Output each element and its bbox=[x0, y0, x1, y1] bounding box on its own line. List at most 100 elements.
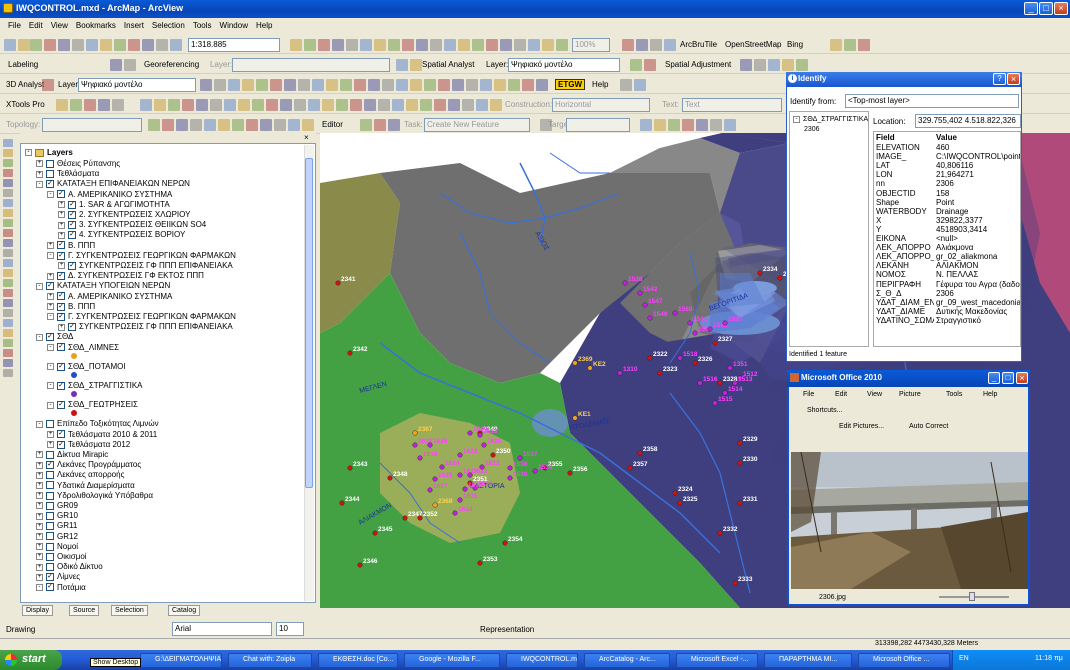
identify-help-button[interactable]: ? bbox=[993, 73, 1006, 85]
expand-toggle-icon[interactable]: + bbox=[36, 160, 43, 168]
identify-field-value[interactable]: 460 bbox=[936, 143, 1020, 152]
toolbar-tool-icon[interactable] bbox=[844, 39, 856, 51]
toolbar-tool-icon[interactable] bbox=[246, 119, 258, 131]
topology-select[interactable] bbox=[42, 118, 142, 132]
toolbar-tool-icon[interactable] bbox=[500, 39, 512, 51]
zoom-select[interactable]: 100% bbox=[572, 38, 610, 52]
toolbar-tool-icon[interactable] bbox=[444, 39, 456, 51]
toolbar-tool-icon[interactable] bbox=[406, 99, 418, 111]
toolbar-tool-icon[interactable] bbox=[124, 59, 136, 71]
expand-toggle-icon[interactable]: - bbox=[47, 313, 54, 321]
toolbar-tool-icon[interactable] bbox=[462, 99, 474, 111]
map-tool-icon[interactable] bbox=[3, 169, 13, 177]
bing-menu[interactable]: Bing bbox=[787, 40, 803, 49]
identify-field-value[interactable]: 4518903,3414 bbox=[936, 225, 1020, 234]
identify-field-value[interactable]: ΑΛΙΑΚΜΟΝ bbox=[936, 261, 1020, 270]
construction-select[interactable]: Horizontal bbox=[552, 98, 650, 112]
toolbar-tool-icon[interactable] bbox=[154, 99, 166, 111]
spatial-layer-select[interactable]: Ψηφιακό μοντέλο bbox=[508, 58, 620, 72]
identify-field-value[interactable]: gr_09_west_macedonia bbox=[936, 298, 1020, 307]
toolbar-tool-icon[interactable] bbox=[402, 39, 414, 51]
expand-toggle-icon[interactable]: + bbox=[36, 170, 43, 178]
zoom-slider-thumb[interactable] bbox=[969, 592, 975, 601]
toolbar-tool-icon[interactable] bbox=[360, 39, 372, 51]
map-tool-icon[interactable] bbox=[3, 159, 13, 167]
menu-view[interactable]: View bbox=[51, 21, 68, 30]
layer-visibility-checkbox[interactable]: ✓ bbox=[57, 381, 65, 390]
taskbar-button[interactable]: IWQCONTROL.m... bbox=[506, 653, 578, 668]
toc-close-icon[interactable]: × bbox=[304, 133, 309, 142]
toc-layer-row[interactable]: - ✓ Ποτάμια bbox=[36, 582, 86, 593]
menu-insert[interactable]: Insert bbox=[124, 21, 144, 30]
layer-visibility-checkbox[interactable]: ✓ bbox=[57, 430, 65, 439]
layer-visibility-checkbox[interactable] bbox=[46, 563, 54, 572]
toolbar-tool-icon[interactable] bbox=[536, 79, 548, 91]
identify-field-value[interactable]: gr_02_aliakmona bbox=[936, 252, 1020, 261]
toc-layer-row[interactable]: - ✓ ΣΘΔ_ΛΙΜΝΕΣ bbox=[47, 342, 119, 353]
layer-visibility-checkbox[interactable]: ✓ bbox=[46, 180, 54, 189]
toolbar-tool-icon[interactable] bbox=[622, 39, 634, 51]
toolbar-tool-icon[interactable] bbox=[636, 39, 648, 51]
toolbar-tool-icon[interactable] bbox=[458, 39, 470, 51]
toolbar-tool-icon[interactable] bbox=[396, 79, 408, 91]
expand-toggle-icon[interactable]: + bbox=[47, 303, 54, 311]
identify-field-value[interactable]: C:\IWQCONTROL\point_photo bbox=[936, 152, 1020, 161]
expand-toggle-icon[interactable]: - bbox=[36, 180, 43, 188]
minimize-button[interactable]: _ bbox=[1024, 2, 1038, 15]
layer-visibility-checkbox[interactable]: ✓ bbox=[57, 302, 65, 311]
layer-visibility-checkbox[interactable]: ✓ bbox=[57, 251, 65, 260]
identify-field-value[interactable]: Γέφυρα του Αγρα (δαδο)αναν bbox=[936, 280, 1020, 289]
layer-visibility-checkbox[interactable] bbox=[46, 170, 54, 179]
toolbar-tool-icon[interactable] bbox=[782, 59, 794, 71]
toc-layer-row[interactable]: - ✓ ΣΘΔ_ΠΟΤΑΜΟΙ bbox=[47, 361, 126, 372]
spatial-adjustment-menu[interactable]: Spatial Adjustment bbox=[665, 60, 731, 69]
layer-visibility-checkbox[interactable]: ✓ bbox=[46, 333, 54, 342]
toolbar-tool-icon[interactable] bbox=[830, 39, 842, 51]
toolbar-tool-icon[interactable] bbox=[280, 99, 292, 111]
expand-toggle-icon[interactable]: + bbox=[47, 430, 54, 438]
toolbar-tool-icon[interactable] bbox=[44, 39, 56, 51]
toolbar-tool-icon[interactable] bbox=[112, 99, 124, 111]
toolbar-tool-icon[interactable] bbox=[466, 79, 478, 91]
toolbar-tool-icon[interactable] bbox=[382, 79, 394, 91]
toolbar-tool-icon[interactable] bbox=[682, 119, 694, 131]
expand-toggle-icon[interactable]: + bbox=[58, 323, 65, 331]
maximize-button[interactable]: □ bbox=[1039, 2, 1053, 15]
map-tool-icon[interactable] bbox=[3, 319, 13, 327]
identify-window[interactable]: Identify from: <Top-most layer> - ΣΘΔ_ΣΤΡ… bbox=[786, 72, 1022, 362]
layer-visibility-checkbox[interactable] bbox=[46, 512, 54, 521]
toolbar-tool-icon[interactable] bbox=[542, 39, 554, 51]
3d-layer-select[interactable]: Ψηφιακό μοντέλο bbox=[78, 78, 196, 92]
expand-toggle-icon[interactable]: + bbox=[47, 272, 54, 280]
identify-field-value[interactable]: 21,964271 bbox=[936, 170, 1020, 179]
toolbar-tool-icon[interactable] bbox=[84, 99, 96, 111]
expand-toggle-icon[interactable]: + bbox=[36, 492, 43, 500]
menu-bookmarks[interactable]: Bookmarks bbox=[76, 21, 116, 30]
identify-field-value[interactable]: Στραγγιστικό bbox=[936, 316, 1020, 325]
toolbar-tool-icon[interactable] bbox=[364, 99, 376, 111]
toolbar-tool-icon[interactable] bbox=[98, 99, 110, 111]
menu-edit[interactable]: Edit bbox=[29, 21, 43, 30]
expand-toggle-icon[interactable]: - bbox=[47, 401, 54, 409]
layer-visibility-checkbox[interactable]: ✓ bbox=[57, 343, 65, 352]
expand-toggle-icon[interactable]: + bbox=[36, 471, 43, 479]
toolbar-tool-icon[interactable] bbox=[438, 79, 450, 91]
toolbar-tool-icon[interactable] bbox=[634, 79, 646, 91]
language-indicator[interactable]: EN bbox=[959, 655, 969, 662]
expand-toggle-icon[interactable]: + bbox=[47, 241, 54, 249]
taskbar-button[interactable]: ΠΑΡΑΡΤΗΜΑ ΜΙ... bbox=[764, 653, 852, 668]
toolbar-tool-icon[interactable] bbox=[260, 119, 272, 131]
layer-visibility-checkbox[interactable] bbox=[46, 532, 54, 541]
office-menu-picture[interactable]: Picture bbox=[899, 391, 921, 398]
toolbar-tool-icon[interactable] bbox=[308, 99, 320, 111]
toolbar-tool-icon[interactable] bbox=[210, 99, 222, 111]
toolbar-tool-icon[interactable] bbox=[318, 39, 330, 51]
toolbar-tool-icon[interactable] bbox=[644, 59, 656, 71]
map-tool-icon[interactable] bbox=[3, 329, 13, 337]
office-menu-help[interactable]: Help bbox=[983, 391, 997, 398]
toolbar-tool-icon[interactable] bbox=[114, 39, 126, 51]
edit-pictures-button[interactable]: Edit Pictures... bbox=[839, 423, 884, 430]
identify-title-bar[interactable]: Identify bbox=[786, 72, 1022, 87]
layer-visibility-checkbox[interactable] bbox=[46, 420, 54, 429]
layer-visibility-checkbox[interactable]: ✓ bbox=[46, 583, 54, 592]
